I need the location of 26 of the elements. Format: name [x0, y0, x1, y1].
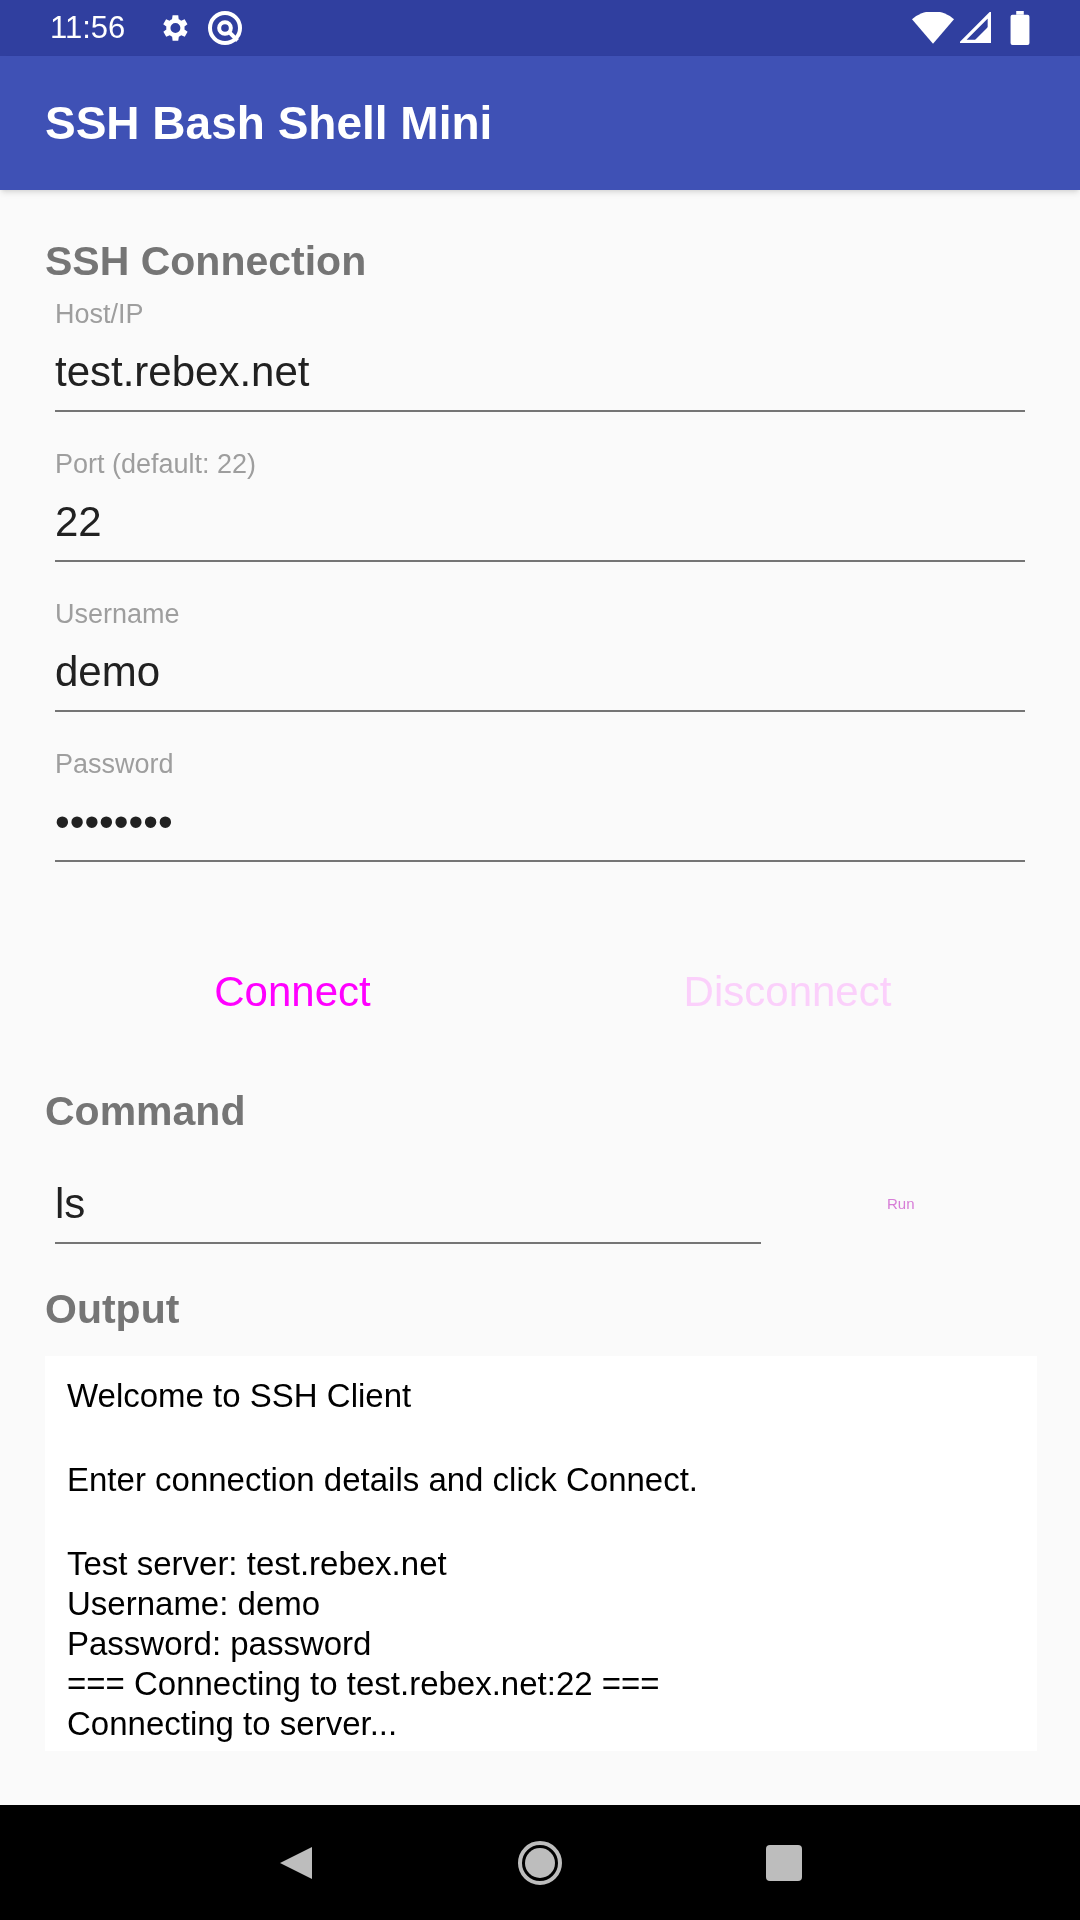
output-line: Username: demo — [67, 1584, 322, 1624]
home-icon[interactable] — [516, 1838, 564, 1887]
output-line: === Connecting to test.rebex.net:22 === — [67, 1664, 661, 1704]
field-label: Username — [55, 598, 181, 631]
output-line: Password: password — [67, 1624, 373, 1664]
recents-icon[interactable] — [764, 1842, 804, 1883]
section-heading: Output — [45, 1285, 181, 1334]
field-label: Password — [55, 748, 175, 781]
command-field[interactable]: ls — [55, 1164, 761, 1244]
app-title: SSH Bash Shell Mini — [45, 95, 493, 151]
input-field[interactable]: •••••••• — [55, 782, 1025, 862]
output-line: Test server: test.rebex.net — [67, 1544, 448, 1584]
field-label: Host/IP — [55, 298, 145, 331]
signal-icon — [960, 12, 992, 44]
input-field[interactable]: test.rebex.net — [55, 332, 1025, 412]
output-line: Connecting to server... — [67, 1704, 399, 1744]
clock: 11:56 — [50, 8, 126, 47]
field-label: Port (default: 22) — [55, 448, 258, 481]
wifi-icon — [912, 12, 954, 44]
battery-icon — [1010, 11, 1030, 45]
section-heading: SSH Connection — [45, 237, 368, 286]
output-line: Welcome to SSH Client — [67, 1376, 413, 1416]
section-heading: Command — [45, 1087, 247, 1136]
input-field[interactable]: demo — [55, 632, 1025, 712]
output-line: Enter connection details and click Connect. — [67, 1460, 700, 1500]
input-field[interactable]: 22 — [55, 482, 1025, 562]
